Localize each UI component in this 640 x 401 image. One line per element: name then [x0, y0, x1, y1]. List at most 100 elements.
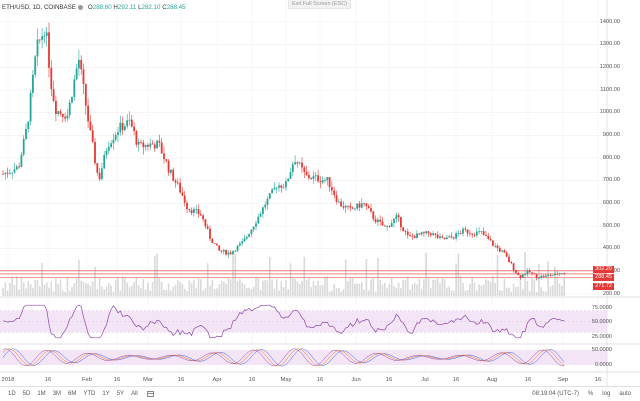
- candle-body: [80, 59, 83, 70]
- volume-bar: [522, 288, 524, 296]
- candle-body: [337, 201, 340, 203]
- volume-bar: [494, 282, 496, 296]
- range-1m-button[interactable]: 1M: [37, 391, 45, 397]
- candle-body: [220, 250, 223, 252]
- range-1y-button[interactable]: 1Y: [102, 391, 109, 397]
- candle-body: [563, 273, 566, 275]
- candle-body: [121, 122, 124, 131]
- candle-body: [418, 233, 421, 235]
- candle-body: [68, 102, 71, 116]
- time-tick-label: 2018: [1, 377, 15, 383]
- candle-body: [324, 180, 326, 181]
- percent-toggle[interactable]: %: [588, 391, 593, 397]
- candle-body: [319, 181, 322, 183]
- volume-bar: [324, 276, 326, 296]
- volume-bar: [303, 256, 306, 296]
- volume-bar: [211, 280, 214, 296]
- volume-bar: [478, 284, 480, 296]
- volume-bar: [480, 285, 483, 296]
- range-5d-button[interactable]: 5D: [23, 391, 31, 397]
- candle-body: [531, 272, 533, 274]
- range-1d-button[interactable]: 1D: [8, 391, 16, 397]
- range-5y-button[interactable]: 5Y: [117, 391, 124, 397]
- candle-body: [423, 232, 425, 234]
- candle-body: [89, 121, 92, 131]
- candle-body: [52, 89, 55, 101]
- volume-bar: [227, 277, 230, 296]
- exit-fullscreen-hint[interactable]: Exit Full Screen (ESC): [288, 0, 352, 9]
- volume-bar: [87, 283, 89, 296]
- price-tick-label: 400.00: [602, 245, 620, 252]
- auto-toggle[interactable]: auto: [619, 391, 631, 397]
- volume-bar: [6, 290, 9, 296]
- volume-bar: [98, 277, 101, 296]
- candle-body: [6, 172, 9, 174]
- volume-bar: [66, 277, 69, 296]
- volume-bar: [213, 289, 216, 296]
- candle-body: [301, 162, 303, 168]
- candle-body: [280, 185, 283, 188]
- candle-body: [406, 231, 409, 236]
- volume-bar: [225, 283, 227, 296]
- candle-body: [363, 203, 365, 205]
- volume-bar: [209, 285, 211, 296]
- candle-body: [236, 245, 239, 251]
- candle-body: [469, 233, 471, 235]
- volume-bar: [160, 281, 163, 296]
- candle-body: [183, 195, 186, 203]
- candle-body: [278, 185, 280, 188]
- volume-bar: [342, 289, 345, 296]
- range-ytd-button[interactable]: YTD: [83, 391, 95, 397]
- volume-bar: [144, 289, 147, 296]
- candle-body: [45, 32, 48, 36]
- candle-body: [119, 122, 122, 133]
- price-tick-label: 1000.00: [599, 109, 620, 116]
- range-all-button[interactable]: All: [131, 391, 138, 397]
- volume-bar: [29, 284, 32, 296]
- candle-body: [190, 210, 193, 213]
- candle-body: [351, 207, 354, 209]
- volume-bar: [370, 279, 372, 296]
- candle-body: [158, 140, 161, 143]
- volume-bar: [351, 278, 354, 296]
- volume-bar: [85, 283, 87, 296]
- range-3m-button[interactable]: 3M: [53, 391, 61, 397]
- candle-body: [386, 226, 388, 227]
- volume-bar: [181, 284, 184, 296]
- volume-bar: [105, 286, 108, 296]
- candle-body: [78, 59, 80, 69]
- volume-bar: [402, 279, 404, 296]
- candle-body: [13, 169, 16, 173]
- volume-bar: [384, 282, 386, 296]
- volume-bar: [250, 289, 253, 296]
- volume-bar: [462, 283, 464, 296]
- price-tick-label: 700.00: [602, 177, 620, 184]
- clock-time[interactable]: 08:19:04 (UTC-7): [532, 391, 579, 397]
- candle-body: [73, 79, 76, 97]
- candle-body: [32, 74, 34, 93]
- volume-bar: [32, 287, 34, 296]
- volume-bar: [220, 280, 223, 296]
- volume-bar: [393, 286, 395, 296]
- volume-bar: [305, 279, 308, 296]
- candle-body: [94, 142, 96, 164]
- candle-body: [344, 205, 347, 208]
- volume-bar: [91, 281, 94, 296]
- time-tick-label: 16: [113, 377, 121, 383]
- volume-bar: [204, 288, 207, 296]
- volume-bar: [89, 286, 92, 296]
- log-toggle[interactable]: log: [602, 391, 610, 397]
- price-chart[interactable]: [0, 0, 640, 386]
- volume-bar: [464, 290, 467, 296]
- candle-body: [512, 263, 515, 271]
- volume-bar: [367, 290, 370, 296]
- candle-body: [199, 214, 202, 216]
- price-tick-label: 1400.00: [599, 18, 620, 25]
- calendar-icon[interactable]: [146, 391, 154, 397]
- candle-body: [147, 144, 149, 147]
- range-6m-button[interactable]: 6M: [68, 391, 76, 397]
- volume-bar: [177, 280, 179, 296]
- candle-body: [66, 115, 69, 119]
- candle-body: [317, 175, 319, 182]
- candle-body: [248, 234, 250, 237]
